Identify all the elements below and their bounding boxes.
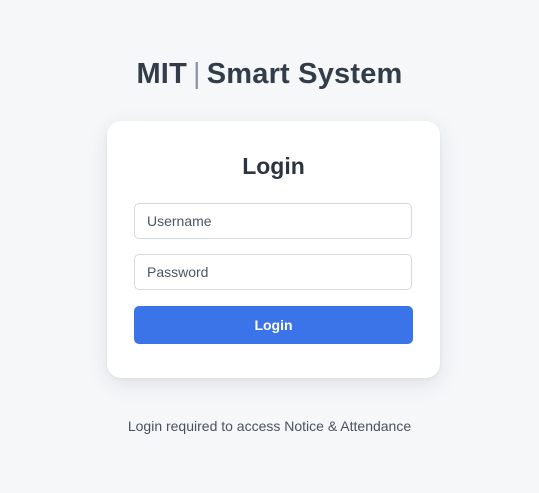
password-input[interactable]: [134, 254, 412, 290]
app-title-brand: MIT: [136, 58, 187, 90]
login-button[interactable]: Login: [134, 306, 413, 344]
login-page: MIT|Smart System Login Login Login requi…: [0, 0, 539, 493]
username-input[interactable]: [134, 203, 412, 239]
login-card-title: Login: [242, 153, 305, 179]
app-title-name: Smart System: [206, 58, 403, 90]
app-title: MIT | Smart System: [0, 58, 539, 91]
login-required-note: Login required to access Notice & Attend…: [127, 418, 412, 434]
app-title-separator: |: [192, 58, 201, 90]
login-card: Login Login: [107, 121, 440, 378]
